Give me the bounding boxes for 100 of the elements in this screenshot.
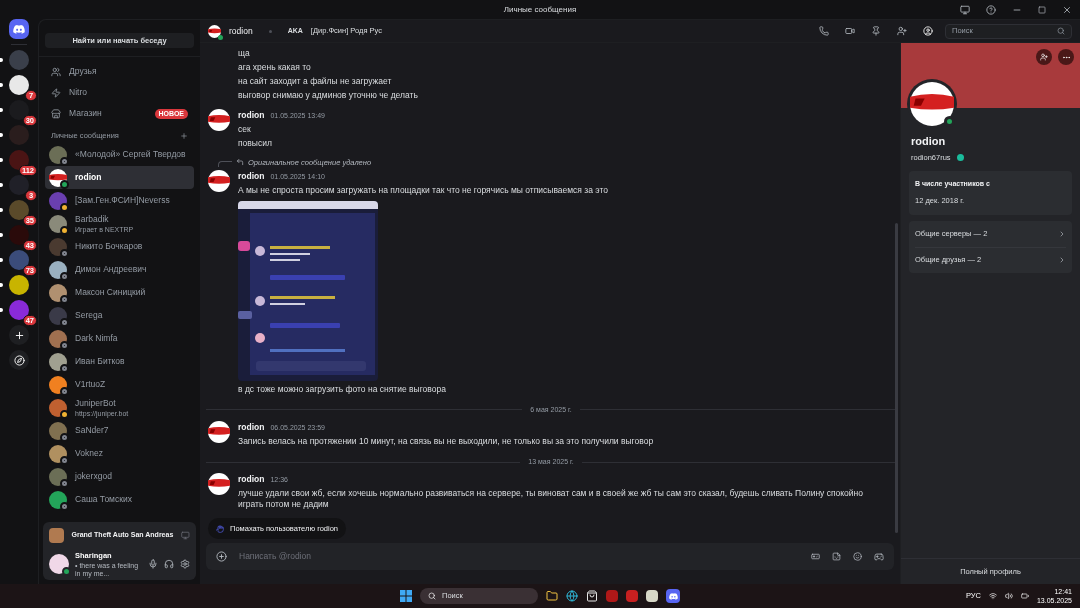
avatar <box>49 191 67 210</box>
more-button[interactable] <box>1058 49 1074 65</box>
message-text: ща <box>238 47 251 59</box>
avatar <box>49 490 67 509</box>
dm-name: rodion <box>75 172 102 184</box>
dm-item[interactable]: Иван Битков <box>45 350 194 374</box>
badge-icon <box>956 153 964 161</box>
monitor-icon[interactable] <box>960 4 970 15</box>
dm-name: SaNder7 <box>75 425 109 437</box>
profile-avatar <box>910 82 954 126</box>
dm-name: jokerxgod <box>75 471 112 483</box>
nav-item[interactable]: Друзья <box>45 61 194 82</box>
author-name[interactable]: rodion <box>238 108 265 122</box>
author-name[interactable]: rodion <box>238 473 265 486</box>
profile-name: rodion <box>911 134 947 149</box>
reply-icon <box>236 158 244 167</box>
compass-icon <box>13 354 25 366</box>
add-user-icon[interactable] <box>897 26 907 36</box>
folder-icon[interactable] <box>546 590 558 602</box>
server-icon[interactable] <box>9 275 29 295</box>
dm-name: Serega <box>75 310 103 322</box>
discord-logo-icon <box>668 592 678 600</box>
call-icon[interactable] <box>819 26 829 36</box>
stream-icon[interactable] <box>181 530 190 540</box>
author-name[interactable]: rodion <box>238 421 265 434</box>
headphones-icon[interactable] <box>164 559 174 569</box>
dm-item[interactable]: jokerxgod <box>45 465 194 489</box>
dm-name: [Зам.Ген.ФСИН]Neverss <box>75 195 170 207</box>
avatar <box>49 260 67 279</box>
avatar <box>49 444 67 463</box>
dm-item[interactable]: Саша Томских <box>45 488 194 512</box>
dm-item[interactable]: Serega <box>45 304 194 328</box>
avatar <box>208 421 230 443</box>
chevron-icon <box>1058 256 1066 264</box>
avatar <box>49 329 67 348</box>
emoji-icon[interactable] <box>853 552 862 561</box>
pin-icon[interactable] <box>871 26 881 36</box>
search-icon <box>1057 27 1065 35</box>
nitro-icon <box>51 87 61 98</box>
dm-item[interactable]: rodion <box>45 166 194 190</box>
window-title: Личные сообщения <box>503 3 577 16</box>
start-icon[interactable] <box>400 590 412 602</box>
message-text: сек <box>238 123 252 135</box>
discord-logo-icon <box>13 24 25 34</box>
message-text: на сайт заходит а файлы не загружает <box>238 75 393 87</box>
microphone-icon[interactable] <box>148 559 158 569</box>
volume-icon[interactable] <box>1004 592 1013 600</box>
add-dm-icon[interactable] <box>180 131 188 140</box>
dm-item[interactable]: V1rtuoZ <box>45 373 194 397</box>
wifi-icon[interactable] <box>988 592 997 600</box>
message-text: повысил <box>238 137 273 149</box>
discover-button[interactable] <box>9 350 29 370</box>
add-friend-button[interactable] <box>1036 49 1052 65</box>
maximize-icon[interactable] <box>1038 5 1046 14</box>
server-icon[interactable] <box>9 75 29 95</box>
battery-icon[interactable] <box>1020 592 1029 600</box>
add-user-icon <box>1040 53 1048 61</box>
video-icon[interactable] <box>845 26 855 36</box>
search-icon <box>428 592 436 600</box>
browser-icon[interactable] <box>566 590 578 602</box>
message-text: выговор снимаю у админов уточню че делать <box>238 89 419 101</box>
avatar <box>49 398 67 417</box>
game-icon <box>49 527 64 543</box>
gamepad-icon[interactable] <box>874 551 884 562</box>
shop-icon <box>51 108 61 119</box>
avatar <box>49 214 67 233</box>
attach-icon[interactable] <box>216 551 227 562</box>
store-icon[interactable] <box>586 590 598 602</box>
dm-item[interactable]: Максон Синицкий <box>45 281 194 305</box>
sticker-icon[interactable] <box>832 552 841 561</box>
close-icon[interactable] <box>1062 4 1072 15</box>
help-icon[interactable] <box>986 4 996 15</box>
dm-item[interactable]: Dark Nimfa <box>45 327 194 351</box>
avatar <box>49 352 67 371</box>
add-server-button[interactable] <box>9 325 29 345</box>
home-button[interactable] <box>9 19 29 39</box>
wave-icon <box>216 524 224 533</box>
dm-item[interactable]: Никито Бочкаров <box>45 235 194 259</box>
dm-item[interactable]: Voknez <box>45 442 194 466</box>
nav-item[interactable]: Nitro <box>45 82 194 103</box>
dm-name: Dark Nimfa <box>75 333 118 345</box>
dm-name: «Молодой» Сергей Твердов <box>75 149 186 161</box>
message-text: в дс тоже можно загрузить фото на снятие выговора <box>238 383 447 395</box>
dm-item[interactable]: Димон Андреевич <box>45 258 194 282</box>
settings-icon[interactable] <box>180 559 190 569</box>
avatar <box>49 554 69 574</box>
app-icon[interactable] <box>646 590 658 602</box>
server-icon[interactable] <box>9 150 29 170</box>
dm-item[interactable]: «Молодой» Сергей Твердов <box>45 143 194 167</box>
dm-item[interactable]: SaNder7 <box>45 419 194 443</box>
dm-name: Димон Андреевич <box>75 264 147 276</box>
avatar <box>49 237 67 256</box>
discord-app-icon[interactable] <box>666 589 680 603</box>
dm-item[interactable]: [Зам.Ген.ФСИН]Neverss <box>45 189 194 213</box>
author-name[interactable]: rodion <box>238 169 265 183</box>
message-text: Запись велась на протяжении 10 минут, на связь вы не выходили, не только вы за это получили выговор <box>238 435 654 447</box>
avatar <box>49 145 67 164</box>
profile-icon[interactable] <box>923 26 933 36</box>
avatar <box>49 306 67 325</box>
dm-name: Максон Синицкий <box>75 287 146 299</box>
